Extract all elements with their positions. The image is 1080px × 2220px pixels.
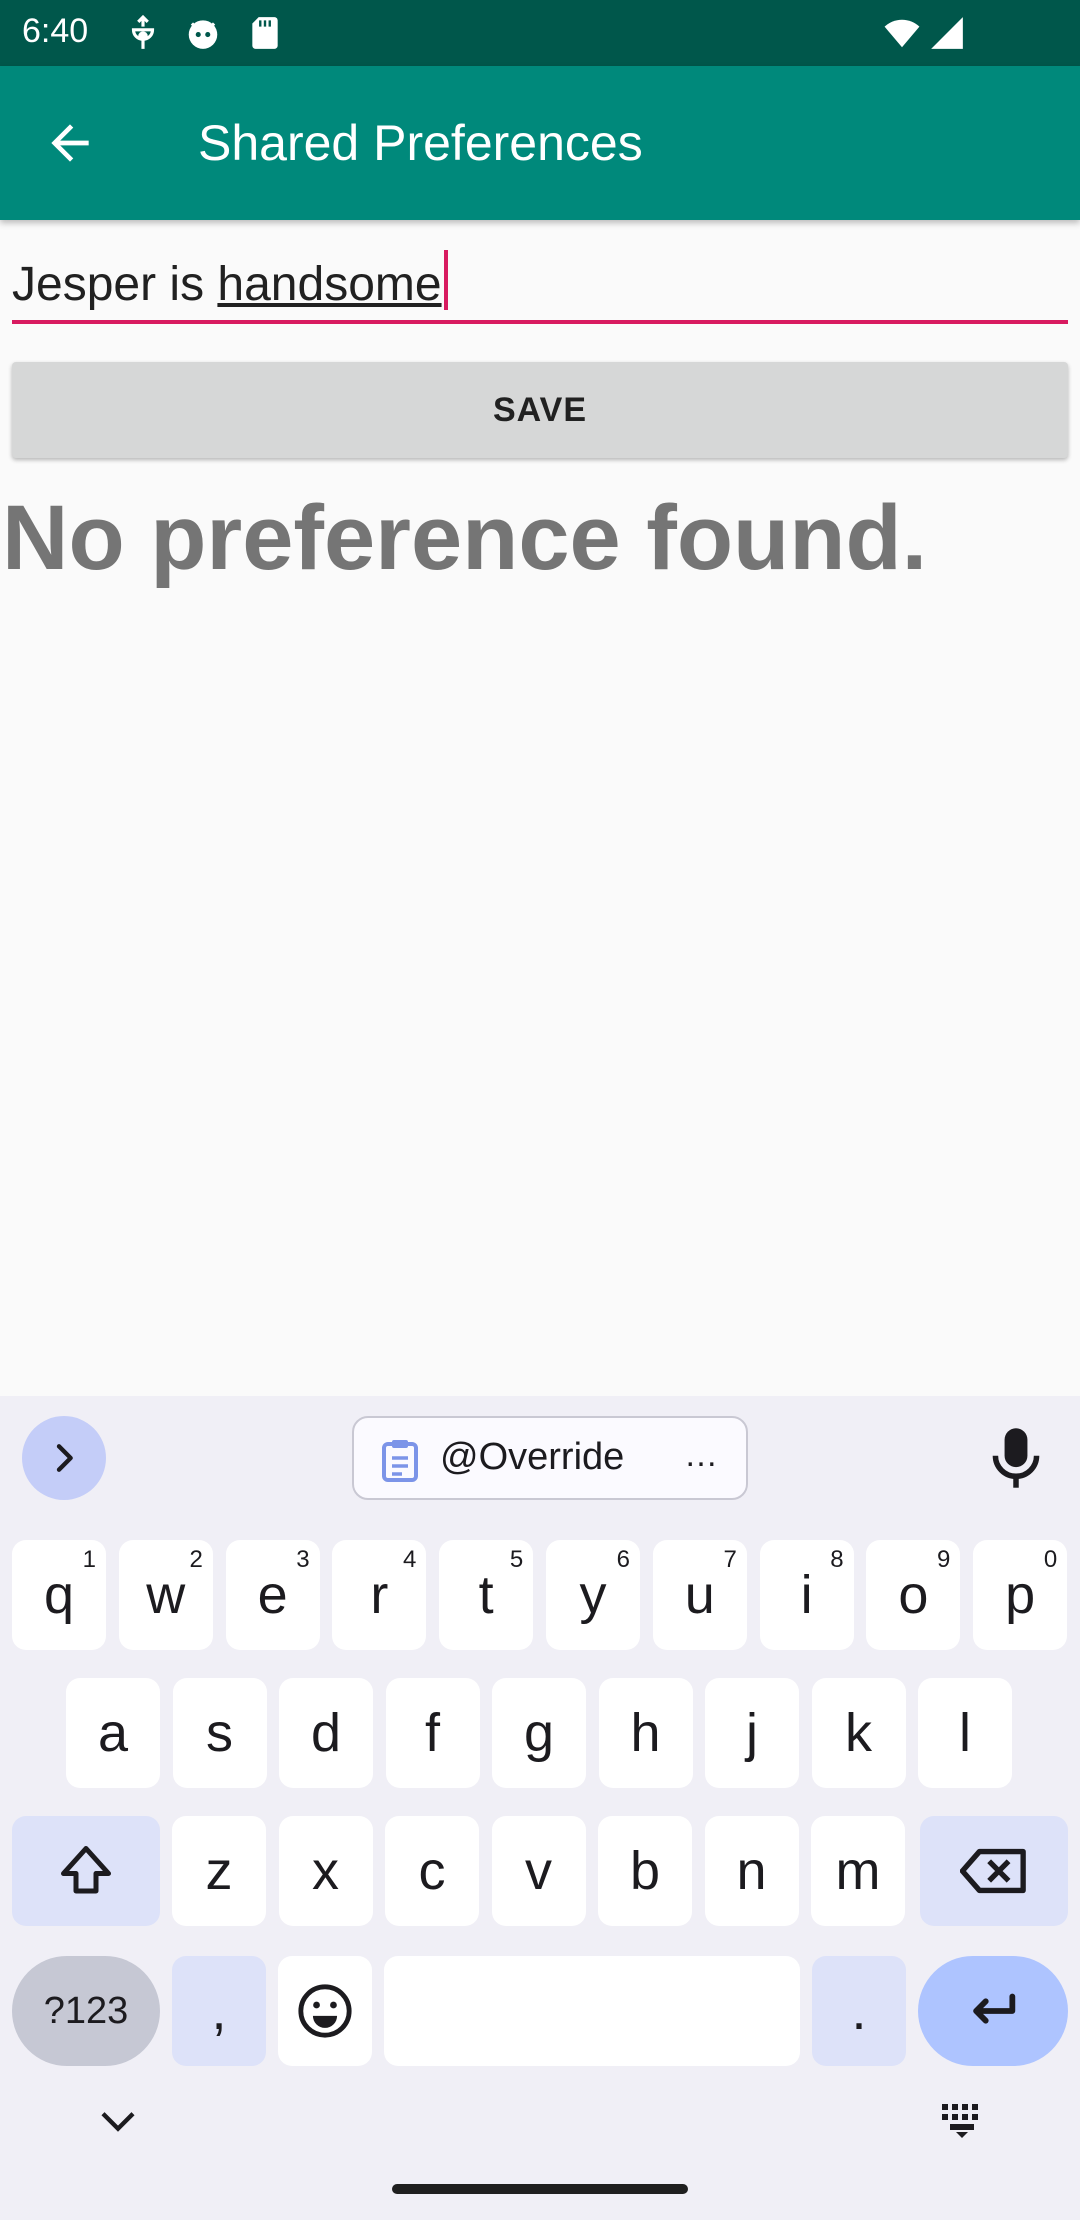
input-text-composing: handsome <box>217 258 442 311</box>
key-label: r <box>370 1565 389 1625</box>
signal-icon <box>928 14 966 52</box>
key-v[interactable]: v <box>491 1816 586 1926</box>
emoji-icon <box>298 1984 352 2038</box>
key-hint: 5 <box>509 1546 524 1573</box>
key-s[interactable]: s <box>172 1678 267 1788</box>
key-w[interactable]: w2 <box>118 1540 213 1650</box>
chevron-right-icon <box>56 1444 73 1472</box>
key-hint: 9 <box>937 1546 951 1573</box>
key-hint: 0 <box>1043 1546 1058 1573</box>
key-q[interactable]: q1 <box>12 1540 106 1650</box>
key-p[interactable]: p0 <box>973 1540 1068 1650</box>
arrow-back-icon[interactable] <box>42 115 98 171</box>
status-time: 6:40 <box>22 12 89 50</box>
clipboard-suggestion[interactable]: @Override … <box>352 1416 748 1500</box>
android-head-icon <box>184 14 222 52</box>
key-c[interactable]: c <box>385 1816 479 1926</box>
key-u[interactable]: u7 <box>652 1540 747 1650</box>
key-i[interactable]: i8 <box>759 1540 854 1650</box>
key-m[interactable]: m <box>811 1816 905 1926</box>
input-text: Jesper is handsome <box>12 250 448 312</box>
key-label: u <box>684 1565 715 1625</box>
clipboard-ellipsis: … <box>684 1436 718 1474</box>
clipboard-icon <box>380 1438 420 1482</box>
input-text-plain: Jesper is <box>12 258 218 311</box>
shift-icon <box>61 1846 111 1894</box>
key-label: y <box>579 1565 607 1625</box>
key-hint: 1 <box>82 1546 96 1573</box>
page-title: Shared Preferences <box>198 115 643 171</box>
key-k[interactable]: k <box>811 1678 906 1788</box>
emoji-key[interactable] <box>278 1956 372 2066</box>
key-h[interactable]: h <box>598 1678 693 1788</box>
key-b[interactable]: b <box>598 1816 692 1926</box>
key-t[interactable]: t5 <box>439 1540 534 1650</box>
key-hint: 8 <box>830 1546 844 1573</box>
period-key[interactable]: . <box>812 1956 906 2066</box>
key-label: e <box>257 1565 288 1625</box>
backspace-icon <box>960 1848 1026 1894</box>
key-f[interactable]: f <box>385 1678 480 1788</box>
key-hint: 2 <box>189 1546 203 1573</box>
key-hint: 3 <box>296 1546 310 1573</box>
key-label: w <box>146 1565 186 1625</box>
text-cursor <box>443 250 448 310</box>
key-z[interactable]: z <box>172 1816 266 1926</box>
comma-key[interactable]: , <box>172 1956 266 2066</box>
backspace-key[interactable] <box>920 1816 1068 1926</box>
preference-input[interactable]: Jesper is handsome <box>12 236 1068 324</box>
key-label: p <box>1005 1565 1036 1625</box>
enter-key[interactable] <box>918 1956 1068 2066</box>
gesture-handle <box>392 2184 688 2194</box>
usb-debug-icon <box>124 14 162 52</box>
enter-icon <box>973 1993 1016 2024</box>
microphone-icon[interactable] <box>988 1426 1044 1490</box>
key-x[interactable]: x <box>278 1816 373 1926</box>
clipboard-text: @Override <box>440 1436 625 1478</box>
symbols-key[interactable]: ?123 <box>12 1956 160 2066</box>
key-n[interactable]: n <box>704 1816 799 1926</box>
key-r[interactable]: r4 <box>332 1540 427 1650</box>
sd-card-icon <box>246 14 284 52</box>
key-hint: 7 <box>723 1546 737 1573</box>
key-j[interactable]: j <box>705 1678 799 1788</box>
key-label: q <box>43 1565 75 1625</box>
key-l[interactable]: l <box>918 1678 1012 1788</box>
key-hint: 4 <box>403 1546 417 1573</box>
key-label: i <box>800 1565 813 1625</box>
shift-key[interactable] <box>12 1816 160 1926</box>
status-bar: 6:40 <box>0 0 1080 66</box>
key-d[interactable]: d <box>279 1678 373 1788</box>
key-o[interactable]: o9 <box>866 1540 961 1650</box>
expand-toolbar-button[interactable] <box>22 1416 106 1500</box>
chevron-down-icon[interactable] <box>98 2108 138 2136</box>
result-text: No preference found. <box>2 487 928 589</box>
wifi-icon <box>880 14 924 52</box>
key-label: t <box>478 1565 494 1625</box>
keyboard: @Override … q1w2e3r4t5y6u7i8o9p0 asdfghj… <box>0 1396 1080 2220</box>
keyboard-switch-icon[interactable] <box>940 2102 984 2138</box>
app-bar: Shared Preferences <box>0 66 1080 220</box>
save-button[interactable]: SAVE <box>12 362 1068 458</box>
key-label: o <box>898 1565 929 1625</box>
key-e[interactable]: e3 <box>225 1540 320 1650</box>
key-a[interactable]: a <box>66 1678 160 1788</box>
key-y[interactable]: y6 <box>546 1540 640 1650</box>
key-g[interactable]: g <box>492 1678 586 1788</box>
key-hint: 6 <box>616 1546 630 1573</box>
space-key[interactable] <box>384 1956 800 2066</box>
